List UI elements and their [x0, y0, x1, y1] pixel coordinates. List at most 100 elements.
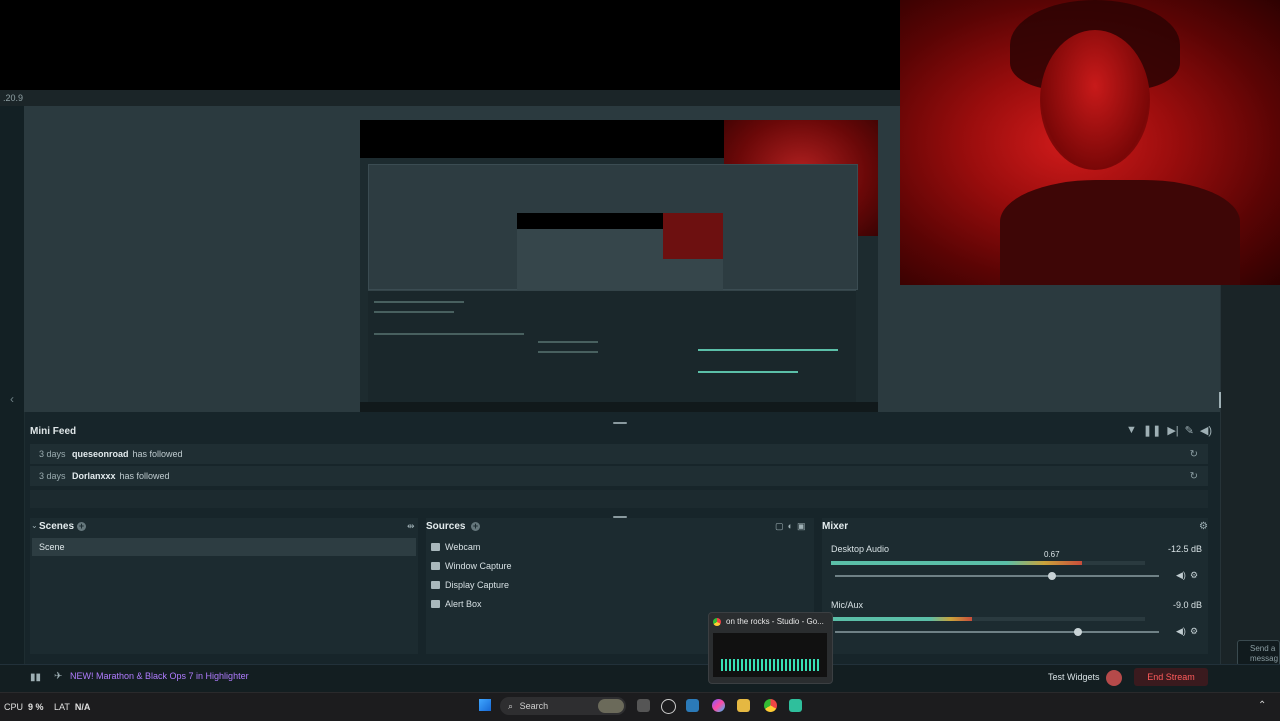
promo-banner[interactable]: NEW! Marathon & Black Ops 7 in Highlight… [70, 671, 249, 681]
task-view-icon[interactable] [637, 699, 650, 712]
preview-image [713, 633, 827, 677]
source-item-alert-box[interactable]: Alert Box [431, 599, 482, 609]
feed-item: 3 days Dorlanxxx has followed ↻ [30, 466, 1208, 486]
preview-nested-panels [368, 290, 856, 403]
chrome-icon[interactable] [764, 699, 777, 712]
add-source-icon[interactable]: + [471, 522, 480, 531]
mini-feed-controls: ▼ ❚❚ ▶| ✎ ◀) [1126, 424, 1212, 437]
speaker-icon[interactable]: ◀) [1176, 570, 1186, 581]
stats-icon[interactable]: ▮▮ [30, 672, 41, 683]
speaker-icon[interactable]: ◀) [1176, 626, 1186, 637]
monitor-icon [431, 581, 440, 589]
feed-action: has followed [119, 471, 170, 481]
mixer-channel-name: Mic/Aux [831, 600, 864, 610]
preview-nested-footer [360, 402, 878, 412]
preview-nested-screen [368, 164, 858, 329]
app-icon[interactable] [661, 699, 676, 714]
chat-placeholder-2: messag [1250, 654, 1279, 663]
cpu-stat: CPU 9 % [4, 702, 44, 712]
streamlabs-icon[interactable] [789, 699, 802, 712]
chevron-up-icon[interactable]: ⌃ [1258, 700, 1266, 711]
scenes-title: Scenes [39, 521, 75, 532]
audio-meter-fill [831, 561, 1083, 565]
mixer-channel-db: -12.5 dB [1168, 544, 1203, 554]
volume-slider-thumb[interactable] [1074, 628, 1082, 636]
left-nav-rail [0, 106, 25, 664]
window-icon [431, 562, 440, 570]
test-widgets-toggle[interactable] [1106, 670, 1122, 686]
test-widgets-button[interactable]: Test Widgets [1048, 672, 1100, 682]
mixer-channel-db: -9.0 dB [1173, 600, 1203, 610]
scene-item[interactable]: Scene [32, 538, 416, 556]
preview-black-region [360, 120, 724, 158]
feed-time: 3 days [39, 471, 66, 481]
replay-icon[interactable]: ↻ [1190, 471, 1198, 482]
source-label: Window Capture [445, 561, 512, 571]
chat-panel [1220, 285, 1280, 664]
taskbar-search[interactable]: ⌕ Search [500, 697, 626, 715]
megaphone-icon[interactable]: ✈ [54, 671, 62, 682]
end-stream-button[interactable]: End Stream [1134, 668, 1208, 686]
sources-title: Sources [426, 521, 466, 532]
feed-empty-row [30, 490, 1208, 508]
feed-user: Dorlanxxx [72, 471, 116, 481]
search-highlight-icon [598, 699, 624, 713]
replay-icon[interactable]: ↻ [1190, 449, 1198, 460]
taskbar-window-preview[interactable]: on the rocks - Studio - Go... [708, 612, 833, 684]
cpu-label: CPU [4, 702, 24, 712]
mixer-panel [822, 518, 1208, 654]
stream-preview[interactable] [360, 120, 878, 412]
lat-value: N/A [74, 702, 91, 712]
webcam-body [1000, 180, 1240, 285]
mute-alert-icon[interactable]: ✎ [1185, 424, 1194, 437]
audio-meter [831, 561, 1145, 565]
search-icon: ⌕ [508, 701, 514, 711]
pause-icon[interactable]: ❚❚ [1143, 424, 1161, 437]
volume-slider[interactable] [835, 575, 1159, 577]
chat-input[interactable]: Send a messag [1237, 640, 1280, 666]
nested-black [517, 213, 663, 229]
feed-time: 3 days [39, 449, 66, 459]
file-explorer-icon[interactable] [737, 699, 750, 712]
copilot-icon[interactable] [712, 699, 725, 712]
source-item-webcam[interactable]: Webcam [431, 542, 480, 552]
lat-label: LAT [54, 702, 70, 712]
volume-tooltip: 0.67 [1044, 550, 1060, 559]
audio-meter-fill [831, 617, 973, 621]
mini-feed-title: Mini Feed [30, 426, 77, 437]
chat-resize-handle[interactable] [1219, 392, 1221, 408]
source-item-display-capture[interactable]: Display Capture [431, 580, 509, 590]
resize-handle[interactable] [613, 422, 627, 424]
webcam-face [1040, 30, 1150, 170]
volume-slider[interactable] [835, 631, 1159, 633]
gear-icon[interactable]: ⚙ [1190, 626, 1198, 637]
chevron-down-icon[interactable]: ⌄ [31, 521, 38, 530]
preview-title: on the rocks - Studio - Go... [726, 617, 824, 626]
filter-icon[interactable]: ▼ [1126, 424, 1137, 437]
feed-user: queseonroad [72, 449, 129, 459]
gear-icon[interactable]: ⚙ [1190, 570, 1198, 581]
add-scene-icon[interactable]: + [77, 522, 86, 531]
cpu-value: 9 % [28, 702, 44, 712]
source-label: Webcam [445, 542, 481, 552]
audio-meter [831, 617, 1145, 621]
source-item-window-capture[interactable]: Window Capture [431, 561, 512, 571]
waveform [721, 659, 821, 671]
mixer-title: Mixer [822, 521, 849, 532]
latency-stat: LAT N/A [54, 702, 90, 712]
source-label: Alert Box [445, 599, 482, 609]
skip-icon[interactable]: ▶| [1167, 424, 1178, 437]
store-icon[interactable] [686, 699, 699, 712]
chat-placeholder-1: Send a [1250, 644, 1276, 653]
feed-item: 3 days queseonroad has followed ↻ [30, 444, 1208, 464]
nested-webcam [663, 213, 723, 259]
search-label: Search [519, 701, 549, 711]
windows-start-icon[interactable] [479, 699, 491, 711]
collapse-left-icon[interactable]: ‹ [10, 392, 14, 406]
volume-icon[interactable]: ◀) [1200, 424, 1212, 437]
source-label: Display Capture [445, 580, 510, 590]
version-label: .20.9 [3, 93, 24, 103]
scene-transition-icon[interactable]: ⇹ [407, 521, 415, 532]
source-tools-icons[interactable]: ▢◐▣ [775, 521, 809, 532]
gear-icon[interactable]: ⚙ [1199, 521, 1208, 532]
